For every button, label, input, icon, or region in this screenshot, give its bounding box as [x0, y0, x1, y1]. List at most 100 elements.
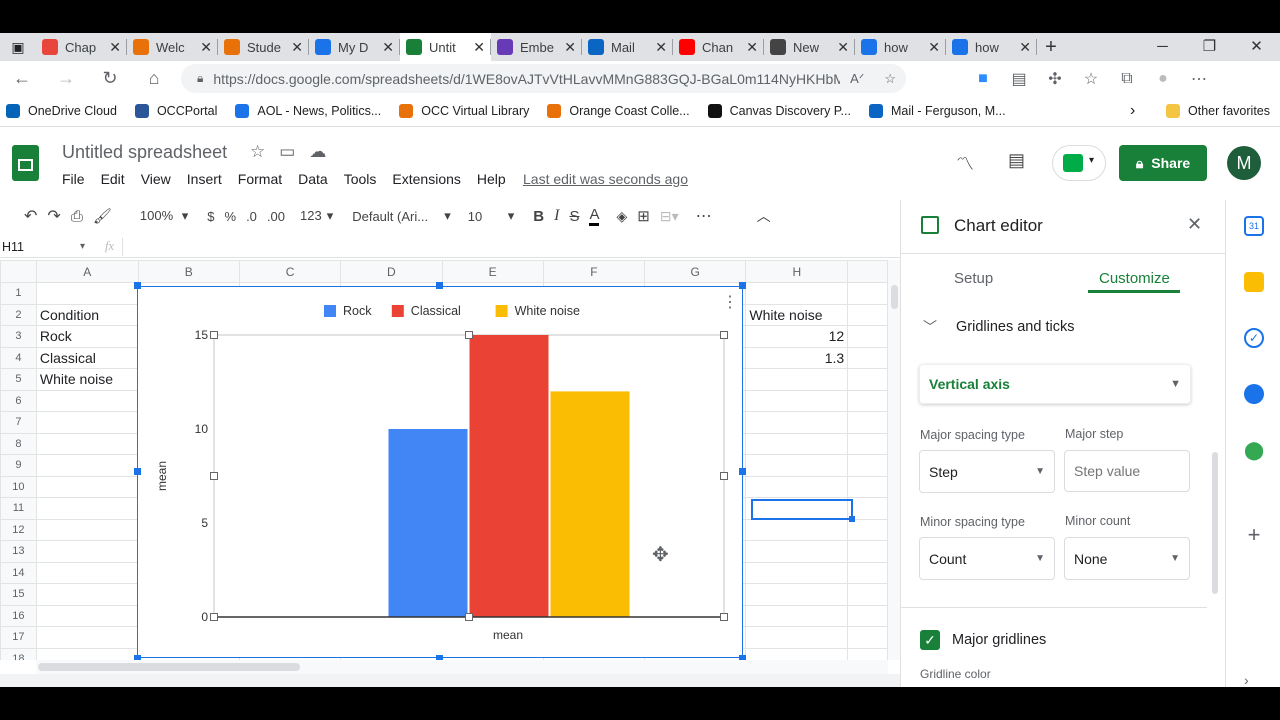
grid-cell[interactable]	[35, 389, 139, 412]
close-window-icon[interactable]: ✕	[1233, 33, 1280, 61]
grid-cell[interactable]	[847, 389, 888, 412]
close-tab-icon[interactable]: ✕	[109, 39, 121, 56]
vertical-scroll-thumb[interactable]	[891, 285, 898, 309]
column-header[interactable]	[847, 260, 888, 283]
row-header[interactable]: 17	[0, 626, 37, 649]
browser-tab[interactable]: Untit ✕	[400, 33, 491, 61]
grid-cell[interactable]	[35, 497, 139, 520]
minimize-icon[interactable]: ─	[1139, 33, 1186, 61]
row-header[interactable]: 5	[0, 368, 37, 391]
horizontal-scroll-thumb[interactable]	[38, 663, 300, 671]
menu-item[interactable]: Format	[238, 171, 282, 187]
sheets-logo-icon[interactable]	[12, 145, 39, 181]
font-size-select[interactable]: 10	[468, 209, 498, 224]
close-tab-icon[interactable]: ✕	[200, 39, 212, 56]
menu-item[interactable]: Data	[298, 171, 328, 187]
print-icon[interactable]: ⎙	[71, 208, 83, 225]
italic-icon[interactable]: I	[554, 207, 559, 225]
name-box[interactable]: H11	[0, 240, 80, 254]
chevron-down-icon[interactable]: ﹀	[923, 317, 937, 337]
grid-cell[interactable]: 12	[745, 325, 849, 348]
row-header[interactable]: 6	[0, 389, 37, 412]
grid-cell[interactable]	[745, 647, 849, 660]
grid-cell[interactable]	[35, 604, 139, 627]
puzzle-icon[interactable]: ✣	[1037, 69, 1073, 89]
doc-title[interactable]: Untitled spreadsheet	[62, 142, 227, 163]
browser-tab[interactable]: My D ✕	[309, 33, 400, 61]
grid-cell[interactable]	[745, 282, 849, 305]
grid-cell[interactable]	[35, 583, 139, 606]
column-header[interactable]: G	[644, 260, 747, 283]
grid-cell[interactable]	[847, 346, 888, 369]
close-tab-icon[interactable]: ✕	[655, 39, 667, 56]
major-step-input[interactable]	[1064, 450, 1190, 492]
row-header[interactable]: 13	[0, 540, 37, 563]
row-header[interactable]: 16	[0, 604, 37, 627]
browser-tab[interactable]: Stude ✕	[218, 33, 309, 61]
contacts-icon[interactable]	[1244, 384, 1264, 404]
row-header[interactable]: 12	[0, 518, 37, 541]
grid-cell[interactable]	[35, 454, 139, 477]
grid-cell[interactable]	[35, 475, 139, 498]
collapse-toolbar-icon[interactable]: ︿	[757, 206, 771, 226]
browser-tab[interactable]: New ✕	[764, 33, 855, 61]
grid-cell[interactable]	[847, 626, 888, 649]
grid-cell[interactable]	[745, 368, 849, 391]
grid-cell[interactable]: Condition	[35, 303, 139, 326]
row-header[interactable]: 18	[0, 647, 37, 660]
refresh-icon[interactable]: ↻	[88, 68, 132, 89]
row-header[interactable]: 15	[0, 583, 37, 606]
resize-handle[interactable]	[739, 468, 746, 475]
new-tab-button[interactable]: +	[1039, 36, 1063, 59]
redo-icon[interactable]: ↷	[47, 206, 60, 226]
tasks-icon[interactable]: ✓	[1244, 328, 1264, 348]
close-tab-icon[interactable]: ✕	[473, 39, 485, 56]
grid-cell[interactable]	[847, 454, 888, 477]
decrease-decimal-button[interactable]: .0	[246, 209, 257, 224]
zoom-extension-icon[interactable]: ■	[965, 70, 1001, 88]
meet-button[interactable]: ▾	[1052, 145, 1106, 181]
keep-icon[interactable]	[1244, 272, 1264, 292]
grid-cell[interactable]	[35, 432, 139, 455]
more-options-icon[interactable]: ⋯	[696, 206, 712, 226]
grid-cell[interactable]	[745, 475, 849, 498]
tab-customize[interactable]: Customize	[1099, 270, 1170, 287]
vertical-scrollbar[interactable]	[888, 260, 900, 660]
grid-cell[interactable]	[847, 647, 888, 660]
grid-cell[interactable]	[35, 561, 139, 584]
close-tab-icon[interactable]: ✕	[837, 39, 849, 56]
column-header[interactable]: A	[35, 260, 139, 283]
column-header[interactable]: C	[238, 260, 342, 283]
major-spacing-select[interactable]: Step ▼	[919, 450, 1055, 493]
browser-tab[interactable]: Welc ✕	[127, 33, 218, 61]
column-header[interactable]: E	[441, 260, 544, 283]
font-select-caret-icon[interactable]: ▾	[444, 208, 451, 224]
row-header[interactable]: 8	[0, 432, 37, 455]
browser-tab[interactable]: how ✕	[946, 33, 1037, 61]
row-header[interactable]: 3	[0, 325, 37, 348]
grid-cell[interactable]	[847, 282, 888, 305]
merge-cells-icon[interactable]: ⊟▾	[660, 208, 679, 225]
column-header[interactable]: B	[137, 260, 240, 283]
bookmark-item[interactable]: Mail - Ferguson, M...	[868, 104, 1006, 118]
close-tab-icon[interactable]: ✕	[564, 39, 576, 56]
favorite-add-icon[interactable]: ☆	[884, 71, 896, 87]
more-icon[interactable]: ⋯	[1181, 69, 1217, 89]
increase-decimal-button[interactable]: .00	[267, 209, 285, 224]
resize-handle[interactable]	[436, 282, 443, 289]
grid-cell[interactable]	[847, 432, 888, 455]
calendar-icon[interactable]: 31	[1244, 216, 1264, 236]
chart-object[interactable]: 0 5 10 15 mean mean Rock Classical White noise	[137, 286, 743, 658]
favorites-icon[interactable]: ☆	[1073, 69, 1109, 89]
resize-handle[interactable]	[134, 282, 141, 289]
grid-cell[interactable]	[745, 583, 849, 606]
menu-item[interactable]: View	[141, 171, 171, 187]
row-header[interactable]: 4	[0, 346, 37, 369]
grid-cell[interactable]	[745, 604, 849, 627]
more-formats-button[interactable]: 123 ▾	[295, 208, 333, 224]
bookmark-item[interactable]: OneDrive Cloud	[6, 104, 117, 118]
minor-spacing-select[interactable]: Count ▼	[919, 537, 1055, 580]
major-gridlines-checkbox[interactable]: ✓	[920, 630, 940, 650]
grid-cell[interactable]	[847, 583, 888, 606]
menu-item[interactable]: Edit	[101, 171, 125, 187]
